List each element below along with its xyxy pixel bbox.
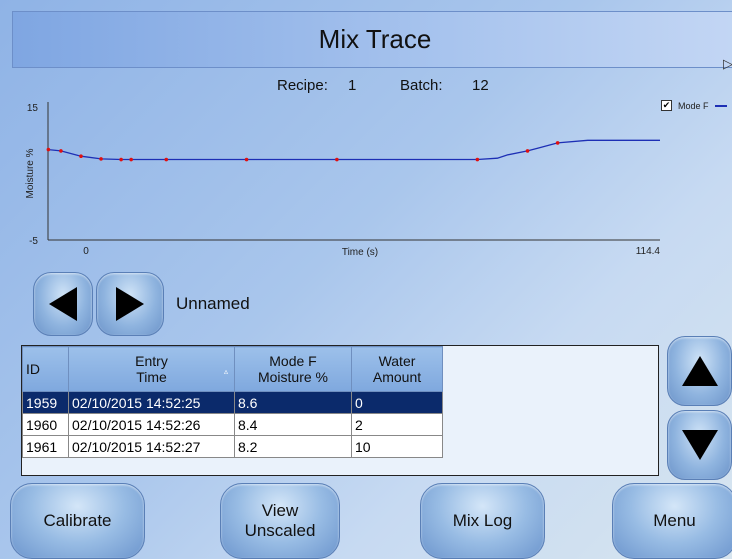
data-point-marker <box>475 157 480 162</box>
chart-svg: 15 -5 0 114.4 Time (s) Moisture % <box>25 102 661 258</box>
column-header-label: ID <box>26 361 40 377</box>
chart-legend: ✔ Mode F <box>661 100 727 111</box>
column-header-moisture[interactable]: Mode F Moisture % <box>234 346 352 392</box>
table-row[interactable]: 1960 02/10/2015 14:52:26 8.4 2 <box>22 413 443 436</box>
data-point-marker <box>525 149 530 153</box>
cell-id: 1960 <box>22 413 69 436</box>
scroll-down-button[interactable] <box>667 410 732 480</box>
data-point-marker <box>79 154 83 159</box>
x-axis-label: Time (s) <box>342 247 378 258</box>
record-name: Unnamed <box>176 294 250 313</box>
column-header-label: Entry <box>135 353 168 369</box>
triangle-right-icon <box>116 287 144 321</box>
mix-log-button-label: Mix Log <box>452 511 513 530</box>
data-point-marker <box>99 157 103 161</box>
data-point-marker <box>46 147 51 152</box>
cell-water: 2 <box>351 413 443 436</box>
data-point-marker <box>119 157 123 162</box>
legend-line-swatch <box>714 104 727 107</box>
column-header-water[interactable]: Water Amount <box>351 346 443 392</box>
cell-moisture: 8.4 <box>234 413 352 436</box>
calibrate-button[interactable]: Calibrate <box>10 483 145 559</box>
scroll-up-button[interactable] <box>667 336 732 406</box>
triangle-up-icon <box>681 356 718 386</box>
cursor-icon: ▷ <box>723 56 732 71</box>
y-tick-label: 15 <box>27 103 39 114</box>
mix-log-button[interactable]: Mix Log <box>420 483 545 559</box>
table-row[interactable]: 1961 02/10/2015 14:52:27 8.2 10 <box>22 435 443 458</box>
trace-line <box>48 139 660 161</box>
table-row[interactable]: 1959 02/10/2015 14:52:25 8.6 0 <box>22 391 443 414</box>
column-header-id[interactable]: ID <box>22 346 69 392</box>
y-tick-label: -5 <box>29 236 38 247</box>
column-header-label: Amount <box>372 369 422 385</box>
data-point-marker <box>59 149 63 153</box>
x-tick-label: 114.4 <box>636 246 661 257</box>
menu-button-label: Menu <box>653 511 696 530</box>
cell-time: 02/10/2015 14:52:26 <box>68 413 235 436</box>
page-title: Mix Trace <box>318 24 432 54</box>
sort-ascending-icon: ▵ <box>223 367 228 376</box>
data-point-marker <box>244 157 249 162</box>
x-tick-label: 0 <box>83 246 89 257</box>
column-header-label: Mode F <box>269 353 317 369</box>
cell-id: 1959 <box>22 391 69 414</box>
column-header-label: Moisture % <box>257 369 329 385</box>
column-header-label: Time <box>136 369 167 385</box>
title-bar: Mix Trace ▷ <box>12 11 732 71</box>
cell-time: 02/10/2015 14:52:27 <box>68 435 235 458</box>
view-button-line2: Unscaled <box>244 521 316 540</box>
prev-button[interactable] <box>33 272 93 336</box>
data-point-marker <box>164 157 169 162</box>
y-axis-label: Moisture % <box>25 148 36 198</box>
cell-water: 0 <box>351 391 443 414</box>
triangle-left-icon <box>49 287 77 321</box>
table-header-row: ID Entry Time ▵ Mode F Moisture % Water … <box>22 346 443 392</box>
calibrate-button-label: Calibrate <box>43 511 112 530</box>
view-button-line1: View <box>261 501 299 520</box>
next-button[interactable] <box>96 272 164 336</box>
cell-moisture: 8.2 <box>234 435 352 458</box>
column-header-entry-time[interactable]: Entry Time ▵ <box>68 346 235 392</box>
cell-water: 10 <box>351 435 443 458</box>
mix-log-table: ID Entry Time ▵ Mode F Moisture % Water … <box>21 345 659 476</box>
view-unscaled-button-label: View Unscaled <box>245 501 316 541</box>
data-point-marker <box>129 157 133 162</box>
view-unscaled-button[interactable]: View Unscaled <box>220 483 340 559</box>
data-point-marker <box>555 141 560 145</box>
menu-button[interactable]: Menu <box>612 483 732 559</box>
data-point-marker <box>335 157 339 162</box>
cell-moisture: 8.6 <box>234 391 352 414</box>
cell-id: 1961 <box>22 435 69 458</box>
cell-time: 02/10/2015 14:52:25 <box>68 391 235 414</box>
mix-trace-chart: 15 -5 0 114.4 Time (s) Moisture % <box>0 92 732 262</box>
legend-checkbox[interactable]: ✔ <box>661 100 672 111</box>
legend-label: Mode F <box>678 100 709 111</box>
triangle-down-icon <box>681 430 718 460</box>
column-header-label: Water <box>378 353 416 369</box>
